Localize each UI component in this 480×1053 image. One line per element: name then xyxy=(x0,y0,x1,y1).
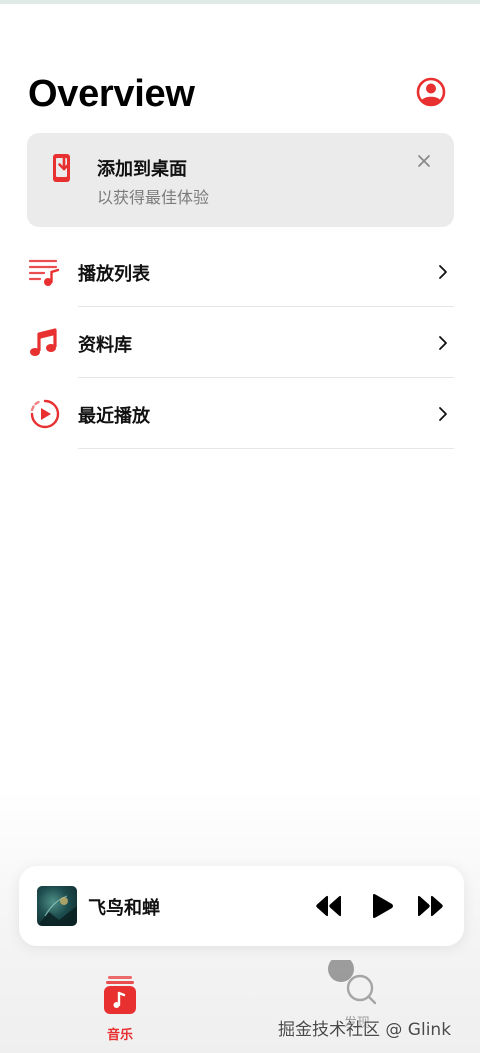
top-strip xyxy=(0,0,480,4)
banner-subtitle: 以获得最佳体验 xyxy=(97,188,210,207)
divider xyxy=(78,448,454,449)
search-icon xyxy=(328,956,377,1005)
menu-item-label: 播放列表 xyxy=(78,264,150,285)
user-icon xyxy=(416,77,446,107)
music-tab-icon xyxy=(104,976,136,1014)
header: Overview xyxy=(28,70,452,118)
recent-play-icon xyxy=(30,399,60,429)
album-art[interactable] xyxy=(37,886,77,926)
chevron-right-icon xyxy=(439,265,447,279)
tab-label: 音乐 xyxy=(106,1028,133,1043)
song-title: 飞鸟和蝉 xyxy=(88,898,160,919)
menu-item-recent[interactable]: 最近播放 xyxy=(0,378,480,449)
chevron-right-icon xyxy=(439,336,447,350)
close-icon[interactable] xyxy=(416,153,432,169)
menu-item-label: 最近播放 xyxy=(78,406,150,427)
album-art-image xyxy=(37,895,77,926)
library-menu: 播放列表 资料库 最近播放 xyxy=(0,236,480,449)
banner-title: 添加到桌面 xyxy=(97,159,187,180)
page-title: Overview xyxy=(28,73,195,115)
menu-item-playlists[interactable]: 播放列表 xyxy=(0,236,480,307)
play-icon[interactable] xyxy=(368,892,396,920)
previous-icon[interactable] xyxy=(315,892,343,920)
chevron-right-icon xyxy=(439,407,447,421)
playlist-icon xyxy=(28,259,60,286)
music-note-icon xyxy=(30,328,57,356)
mini-player[interactable]: 飞鸟和蝉 xyxy=(19,866,464,946)
add-to-homescreen-banner[interactable]: 添加到桌面 以获得最佳体验 xyxy=(27,133,454,227)
menu-item-library[interactable]: 资料库 xyxy=(0,307,480,378)
phone-download-icon xyxy=(53,154,70,182)
tab-music[interactable]: 音乐 xyxy=(95,972,145,1043)
watermark-text: 掘金技术社区 @ Glink xyxy=(278,1020,452,1040)
next-icon[interactable] xyxy=(416,892,444,920)
profile-button[interactable] xyxy=(416,77,446,107)
menu-item-label: 资料库 xyxy=(78,335,132,356)
